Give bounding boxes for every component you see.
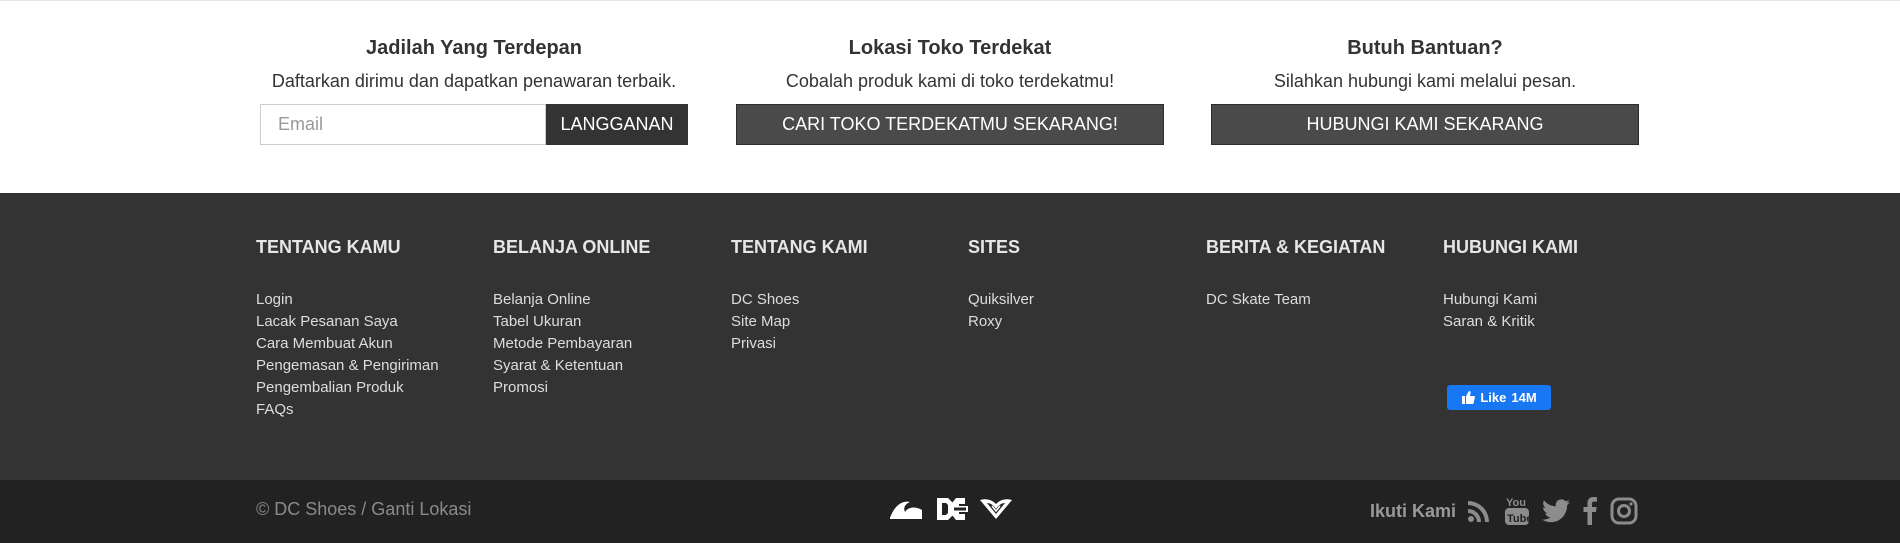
footer-link-privacy[interactable]: Privasi [731,333,951,355]
footer-link-promotions[interactable]: Promosi [493,377,713,399]
footer-column-berita-kegiatan: BERITA & KEGIATAN DC Skate Team [1206,237,1426,311]
facebook-like-button[interactable]: Like 14M [1447,385,1551,410]
youtube-icon[interactable]: You Tube [1504,495,1530,527]
footer-link-quiksilver[interactable]: Quiksilver [968,289,1188,311]
thumbs-up-icon [1462,391,1476,404]
brand-logos [888,496,1014,522]
instagram-icon[interactable] [1610,497,1638,525]
footer-link-shipping[interactable]: Pengemasan & Pengiriman [256,355,476,377]
footer-link-create-account[interactable]: Cara Membuat Akun [256,333,476,355]
help-title: Butuh Bantuan? [1347,37,1503,59]
footer-link-terms[interactable]: Syarat & Ketentuan [493,355,713,377]
follow-us-label: Ikuti Kami [1370,501,1457,521]
footer-column-title: SITES [968,237,1021,257]
store-locator-title: Lokasi Toko Terdekat [848,37,1052,59]
facebook-icon[interactable] [1582,497,1598,525]
copyright-text[interactable]: © DC Shoes / Ganti Lokasi [256,499,471,520]
find-store-button[interactable]: CARI TOKO TERDEKATMU SEKARANG! [736,104,1164,145]
rss-icon[interactable] [1466,498,1492,524]
newsletter-subtitle: Daftarkan dirimu dan dapatkan penawaran … [271,71,677,91]
footer-link-size-chart[interactable]: Tabel Ukuran [493,311,713,333]
newsletter-title: Jadilah Yang Terdepan [366,37,582,59]
footer-link-contact[interactable]: Hubungi Kami [1443,289,1663,311]
footer-column-belanja-online: BELANJA ONLINE Belanja Online Tabel Ukur… [493,237,713,399]
footer-column-title: BERITA & KEGIATAN [1206,237,1386,257]
footer-link-login[interactable]: Login [256,289,476,311]
twitter-icon[interactable] [1542,499,1570,523]
footer-link-roxy[interactable]: Roxy [968,311,1188,333]
newsletter-form: LANGGANAN [260,104,688,145]
footer-link-site-map[interactable]: Site Map [731,311,951,333]
email-input[interactable] [260,104,546,145]
footer-links: TENTANG KAMU Login Lacak Pesanan Saya Ca… [0,193,1900,480]
footer-column-tentang-kami: TENTANG KAMI DC Shoes Site Map Privasi [731,237,951,355]
footer-link-skate-team[interactable]: DC Skate Team [1206,289,1426,311]
footer-column-title: BELANJA ONLINE [493,237,651,257]
footer-link-track-order[interactable]: Lacak Pesanan Saya [256,311,476,333]
footer-column-title: TENTANG KAMU [256,237,401,257]
svg-text:You: You [1506,497,1526,509]
store-locator-subtitle: Cobalah produk kami di toko terdekatmu! [785,71,1115,91]
roxy-logo[interactable] [978,497,1014,521]
help-subtitle: Silahkan hubungi kami melalui pesan. [1273,71,1577,91]
footer-link-returns[interactable]: Pengembalian Produk [256,377,476,399]
footer-link-feedback[interactable]: Saran & Kritik [1443,311,1663,333]
footer-column-title: HUBUNGI KAMI [1443,237,1578,257]
svg-text:Tube: Tube [1507,513,1530,525]
footer-link-faqs[interactable]: FAQs [256,399,476,421]
dc-logo[interactable] [934,496,968,522]
social-icons: You Tube [1466,495,1638,527]
footer-column-hubungi-kami: HUBUNGI KAMI Hubungi Kami Saran & Kritik [1443,237,1663,333]
footer-link-dc-shoes[interactable]: DC Shoes [731,289,951,311]
footer-column-sites: SITES Quiksilver Roxy [968,237,1188,333]
quiksilver-logo[interactable] [888,498,924,520]
footer-column-tentang-kamu: TENTANG KAMU Login Lacak Pesanan Saya Ca… [256,237,476,421]
like-count: 14M [1511,390,1537,405]
footer-link-payment-methods[interactable]: Metode Pembayaran [493,333,713,355]
like-label: Like [1480,390,1507,405]
promo-strip: Jadilah Yang Terdepan Daftarkan dirimu d… [0,0,1900,193]
footer-link-shop-online[interactable]: Belanja Online [493,289,713,311]
footer-column-title: TENTANG KAMI [731,237,868,257]
subscribe-button[interactable]: LANGGANAN [546,104,688,145]
contact-us-button[interactable]: HUBUNGI KAMI SEKARANG [1211,104,1639,145]
bottom-bar: © DC Shoes / Ganti Lokasi Ikuti Kami You [0,480,1900,543]
